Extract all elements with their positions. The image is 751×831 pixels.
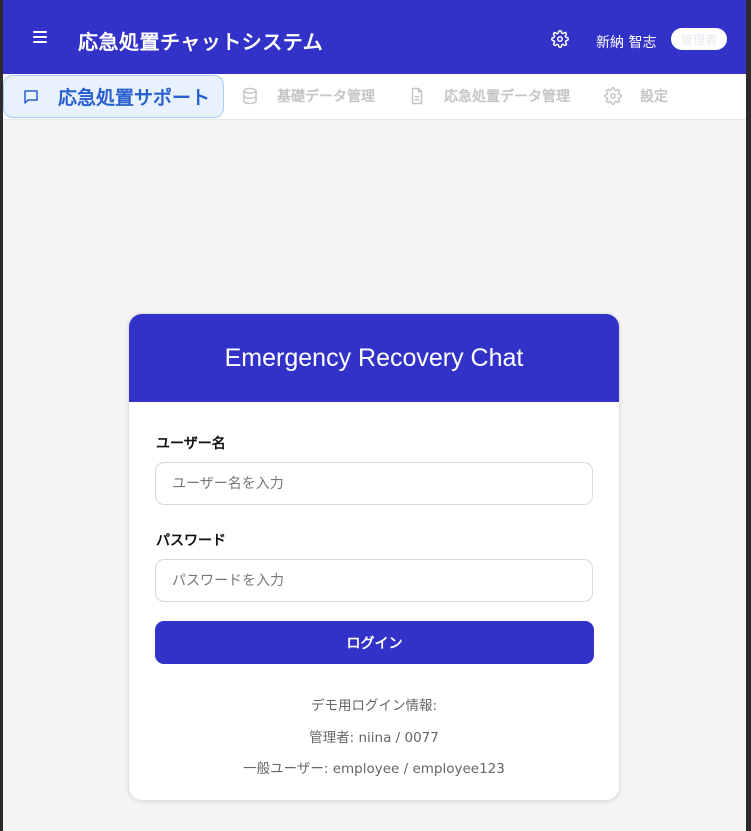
username-input[interactable] [155, 462, 593, 505]
login-card-header: Emergency Recovery Chat [129, 314, 619, 402]
user-name: 新納 智志 [596, 35, 657, 51]
database-icon [243, 87, 257, 105]
tab-basic-data[interactable]: 基礎データ管理 [241, 74, 375, 118]
demo-user-credentials: 一般ユーザー: employee / employee123 [243, 761, 505, 777]
password-label: パスワード [156, 533, 226, 549]
app-title: 応急処置チャットシステム [78, 30, 324, 54]
tab-label: 設定 [640, 89, 668, 105]
login-button[interactable]: ログイン [155, 621, 594, 664]
gear-icon [604, 87, 622, 105]
demo-info-title: デモ用ログイン情報: [310, 698, 438, 714]
password-input[interactable] [155, 559, 593, 602]
document-icon [411, 87, 423, 105]
gear-icon[interactable] [551, 30, 569, 48]
demo-admin-credentials: 管理者: niina / 0077 [309, 730, 439, 746]
app-window: 応急処置チャットシステム 新納 智志 管理者 応急処置サポート 基礎データ管理 [3, 0, 746, 831]
login-title: Emergency Recovery Chat [224, 343, 524, 372]
tab-bar: 応急処置サポート 基礎データ管理 応急処置データ管理 設定 [3, 74, 746, 120]
hamburger-icon[interactable] [33, 31, 47, 43]
role-badge: 管理者 [671, 28, 727, 50]
chat-icon [24, 89, 38, 104]
username-label: ユーザー名 [156, 436, 226, 452]
tab-first-aid-data[interactable]: 応急処置データ管理 [408, 74, 570, 118]
tab-first-aid-support[interactable]: 応急処置サポート [3, 75, 224, 118]
app-header: 応急処置チャットシステム 新納 智志 管理者 [3, 0, 746, 74]
tab-label: 基礎データ管理 [277, 89, 375, 105]
tab-label: 応急処置データ管理 [444, 89, 570, 105]
tab-label: 応急処置サポート [58, 87, 211, 109]
tab-settings[interactable]: 設定 [604, 74, 668, 118]
login-card: Emergency Recovery Chat ユーザー名 パスワード ログイン… [128, 313, 620, 801]
